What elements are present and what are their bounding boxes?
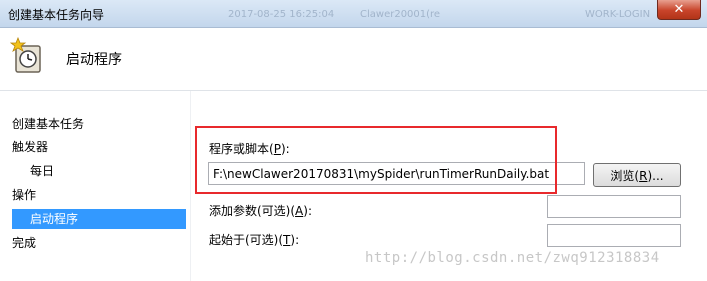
sidebar-item-start-program[interactable]: 启动程序 bbox=[12, 209, 186, 229]
sidebar-item-daily[interactable]: 每日 bbox=[30, 161, 54, 181]
wizard-steps-sidebar: 创建基本任务 触发器 每日 操作 启动程序 完成 bbox=[0, 91, 191, 281]
start-in-label: 起始于(可选)(T): bbox=[209, 233, 300, 247]
background-user-text: Clawer20001(re bbox=[360, 9, 441, 20]
sidebar-item-finish[interactable]: 完成 bbox=[12, 233, 36, 253]
window-title: 创建基本任务向导 bbox=[8, 8, 105, 22]
page-title: 启动程序 bbox=[66, 52, 122, 68]
clock-icon bbox=[10, 36, 41, 73]
arguments-input[interactable] bbox=[547, 195, 681, 218]
close-button[interactable]: ✕ bbox=[657, 0, 701, 20]
program-path-input[interactable] bbox=[208, 162, 585, 185]
arguments-label: 添加参数(可选)(A): bbox=[209, 204, 312, 218]
browse-button[interactable]: 浏览(R)... bbox=[593, 163, 681, 187]
close-icon: ✕ bbox=[673, 2, 685, 17]
background-machine-text: WORK-LOGIN bbox=[585, 9, 651, 20]
wizard-header: 启动程序 bbox=[0, 28, 707, 91]
sidebar-item-action[interactable]: 操作 bbox=[12, 185, 36, 205]
watermark-text: http://blog.csdn.net/zwq912318834 bbox=[365, 250, 660, 266]
sidebar-item-trigger[interactable]: 触发器 bbox=[12, 137, 48, 157]
program-label: 程序或脚本(P): bbox=[209, 142, 290, 156]
start-in-input[interactable] bbox=[547, 224, 681, 247]
background-date-text: 2017-08-25 16:25:04 bbox=[228, 9, 335, 20]
sidebar-item-create-basic-task[interactable]: 创建基本任务 bbox=[12, 114, 84, 134]
window-titlebar[interactable]: 创建基本任务向导 2017-08-25 16:25:04 Clawer20001… bbox=[0, 0, 707, 28]
